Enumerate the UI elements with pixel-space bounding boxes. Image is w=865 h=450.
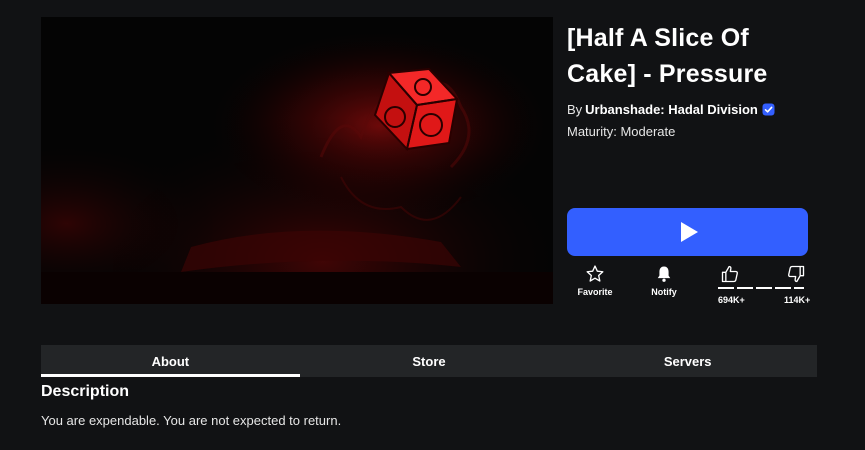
game-info: [Half A Slice Of Cake] - Pressure By Urb… [567, 20, 817, 139]
dislike-count: 114K+ [784, 295, 811, 305]
game-details-page: [Half A Slice Of Cake] - Pressure By Urb… [0, 0, 865, 450]
favorite-button[interactable]: Favorite [577, 264, 613, 297]
notify-label: Notify [651, 287, 677, 297]
notify-button[interactable]: Notify [649, 264, 679, 297]
creator-prefix: By [567, 102, 583, 117]
play-icon [680, 222, 698, 242]
bell-icon [657, 266, 671, 282]
vote-ratio-bar [718, 287, 804, 289]
star-icon [586, 265, 604, 282]
game-thumbnail[interactable] [41, 17, 553, 304]
verified-badge-icon [762, 103, 775, 116]
tab-servers[interactable]: Servers [558, 345, 817, 377]
thumbs-up-icon [721, 265, 738, 283]
dislike-button[interactable] [781, 264, 811, 284]
game-title: [Half A Slice Of Cake] - Pressure [567, 24, 768, 88]
favorite-label: Favorite [577, 287, 613, 297]
glowing-cube-artwork [41, 17, 553, 304]
thumbs-down-icon [788, 265, 805, 283]
tab-bar: About Store Servers [41, 345, 817, 377]
like-count: 694K+ [718, 295, 745, 305]
tab-about[interactable]: About [41, 345, 300, 377]
description-text: You are expendable. You are not expected… [41, 413, 342, 428]
play-button[interactable] [567, 208, 808, 256]
tab-store[interactable]: Store [300, 345, 559, 377]
description-heading: Description [41, 383, 130, 400]
creator-name-link[interactable]: Urbanshade: Hadal Division [585, 102, 758, 117]
maturity-rating: Maturity: Moderate [567, 124, 676, 139]
game-actions: Favorite Notify 694K+ 114K+ [567, 264, 812, 308]
like-button[interactable] [715, 264, 745, 284]
creator-line: By Urbanshade: Hadal Division [567, 102, 817, 117]
